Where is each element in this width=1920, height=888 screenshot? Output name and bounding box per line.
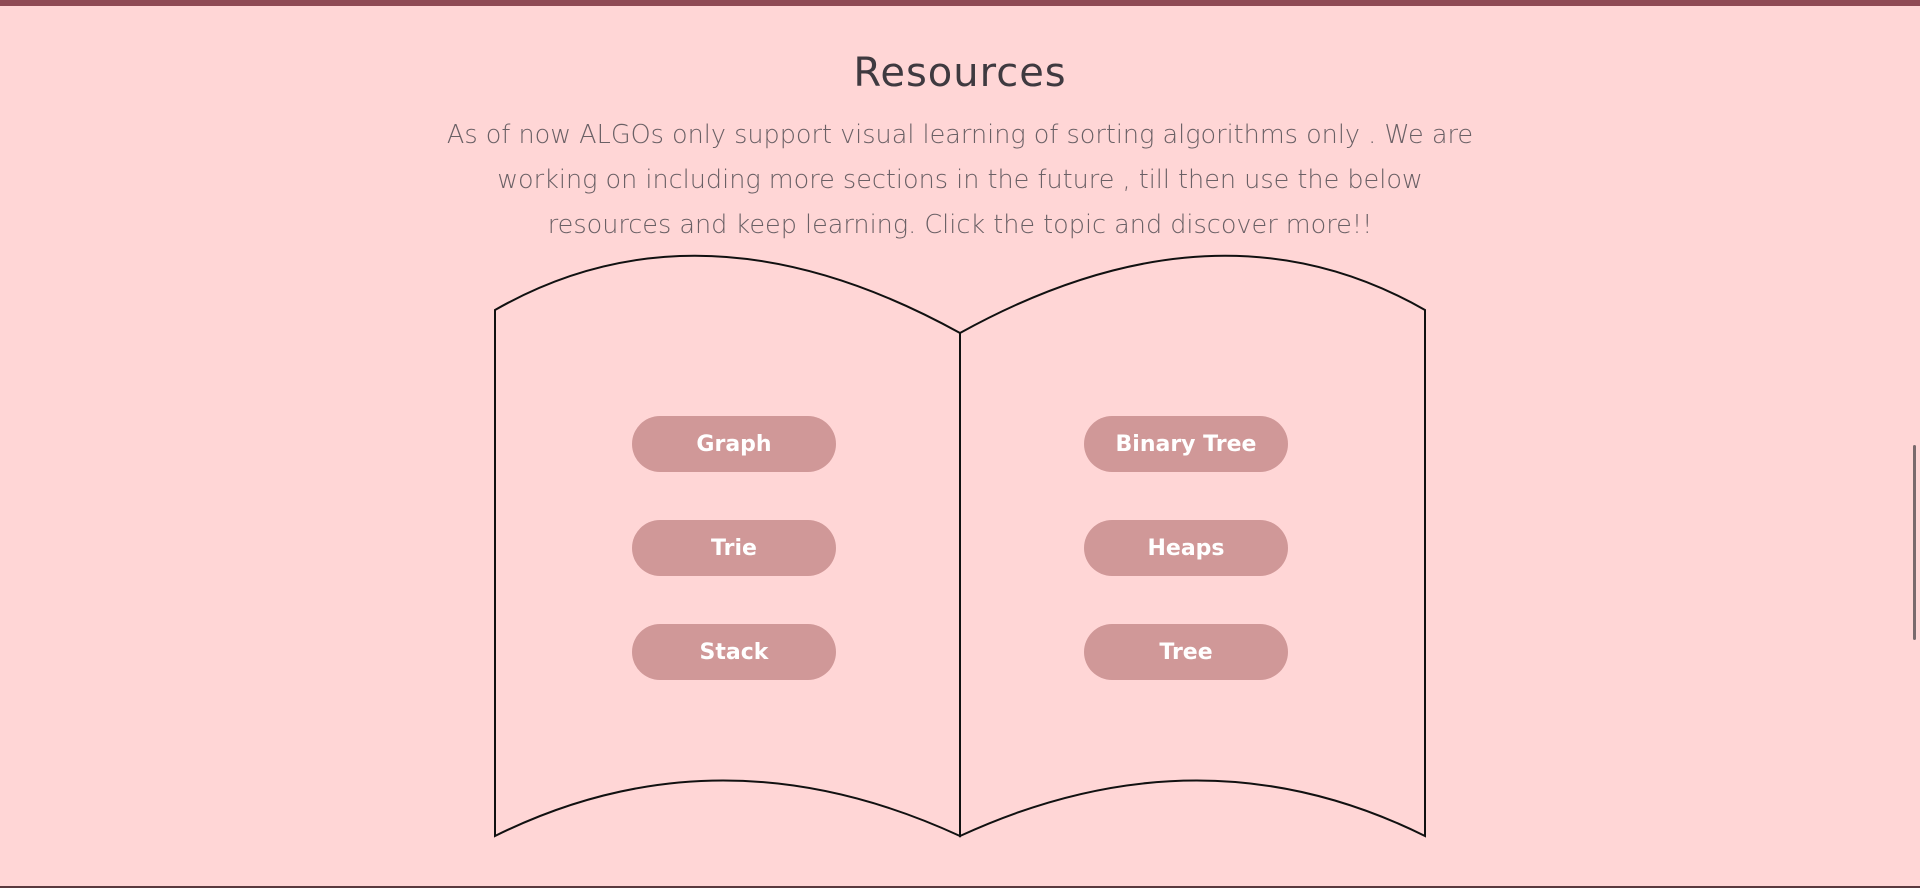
topic-button-trie[interactable]: Trie — [632, 520, 836, 576]
topic-button-tree[interactable]: Tree — [1084, 624, 1288, 680]
topic-button-stack[interactable]: Stack — [632, 624, 836, 680]
topic-button-heaps[interactable]: Heaps — [1084, 520, 1288, 576]
resources-section: Resources As of now ALGOs only support v… — [0, 0, 1920, 888]
scrollbar-thumb[interactable] — [1913, 445, 1916, 640]
topic-button-graph[interactable]: Graph — [632, 416, 836, 472]
open-book-illustration — [494, 254, 1426, 838]
topic-button-binary-tree[interactable]: Binary Tree — [1084, 416, 1288, 472]
